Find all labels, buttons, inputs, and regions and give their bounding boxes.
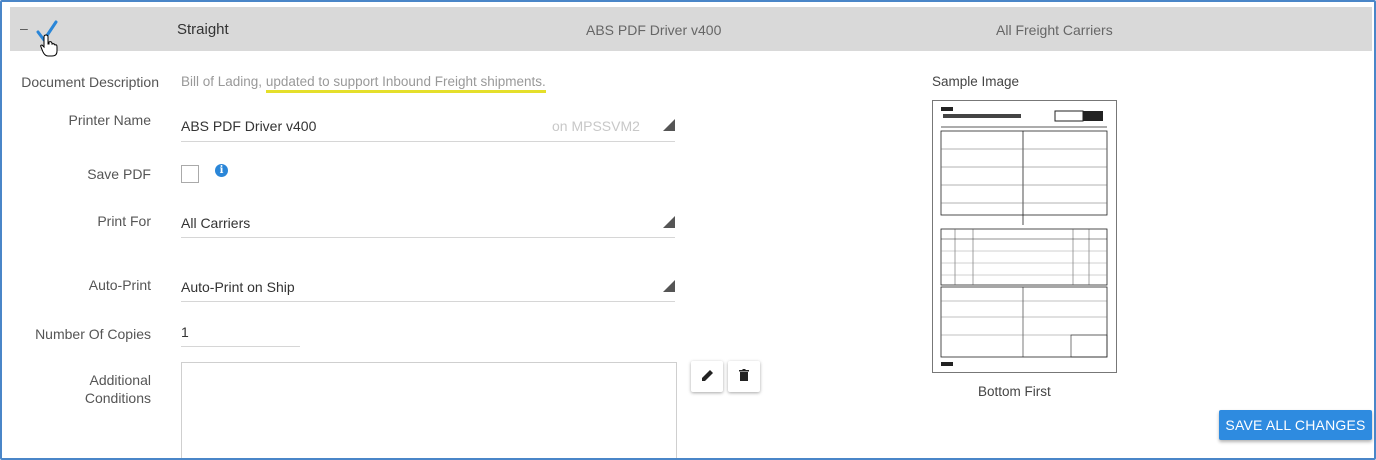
- printer-location: on MPSSVM2: [552, 118, 640, 134]
- number-of-copies-label: Number Of Copies: [35, 326, 151, 342]
- auto-print-value: Auto-Print on Ship: [181, 279, 295, 295]
- collapse-toggle[interactable]: –: [20, 20, 28, 36]
- dropdown-arrow-icon: [663, 280, 675, 292]
- bill-of-lading-preview: [940, 107, 1108, 366]
- additional-conditions-label: Additional Conditions: [12, 371, 151, 407]
- header-printer-label: ABS PDF Driver v400: [586, 22, 722, 38]
- print-for-underline: [181, 237, 675, 238]
- delete-icon: [739, 369, 749, 381]
- auto-print-underline: [181, 301, 675, 302]
- edit-icon: [702, 370, 713, 381]
- document-description-value[interactable]: Bill of Lading, updated to support Inbou…: [181, 74, 546, 93]
- sample-image-caption: Bottom First: [978, 384, 1051, 399]
- print-for-value: All Carriers: [181, 215, 251, 231]
- auto-print-label: Auto-Print: [88, 277, 151, 293]
- save-pdf-checkbox[interactable]: [181, 165, 199, 183]
- dropdown-arrow-icon: [663, 216, 675, 228]
- sample-image-title: Sample Image: [932, 74, 1020, 89]
- sample-image-thumbnail[interactable]: [932, 100, 1117, 373]
- print-for-label: Print For: [97, 213, 151, 229]
- description-text: Bill of Lading,: [181, 74, 266, 89]
- dropdown-arrow-icon: [663, 119, 675, 131]
- number-of-copies-value: 1: [181, 324, 189, 340]
- document-type-label: Straight: [177, 21, 229, 38]
- printer-name-label: Printer Name: [68, 112, 151, 128]
- description-highlight: updated to support Inbound Freight shipm…: [265, 74, 546, 93]
- printer-name-value: ABS PDF Driver v400: [181, 118, 317, 134]
- check-icon[interactable]: [34, 18, 60, 58]
- info-icon[interactable]: i: [215, 164, 228, 177]
- document-description-label: Document Description: [21, 74, 159, 90]
- save-pdf-label: Save PDF: [87, 166, 151, 182]
- printer-name-underline: [181, 141, 675, 142]
- additional-label-line2: Conditions: [84, 390, 151, 406]
- number-of-copies-underline: [181, 346, 300, 347]
- header-carrier-label: All Freight Carriers: [996, 22, 1113, 38]
- delete-button[interactable]: [728, 361, 760, 392]
- document-row-header[interactable]: – Straight ABS PDF Driver v400 All Freig…: [10, 7, 1372, 57]
- additional-conditions-textarea[interactable]: [181, 362, 677, 458]
- additional-label-line1: Additional: [89, 372, 152, 388]
- document-settings-panel: – Straight ABS PDF Driver v400 All Freig…: [0, 0, 1376, 460]
- edit-button[interactable]: [691, 361, 723, 392]
- save-all-changes-button[interactable]: SAVE ALL CHANGES: [1219, 410, 1372, 440]
